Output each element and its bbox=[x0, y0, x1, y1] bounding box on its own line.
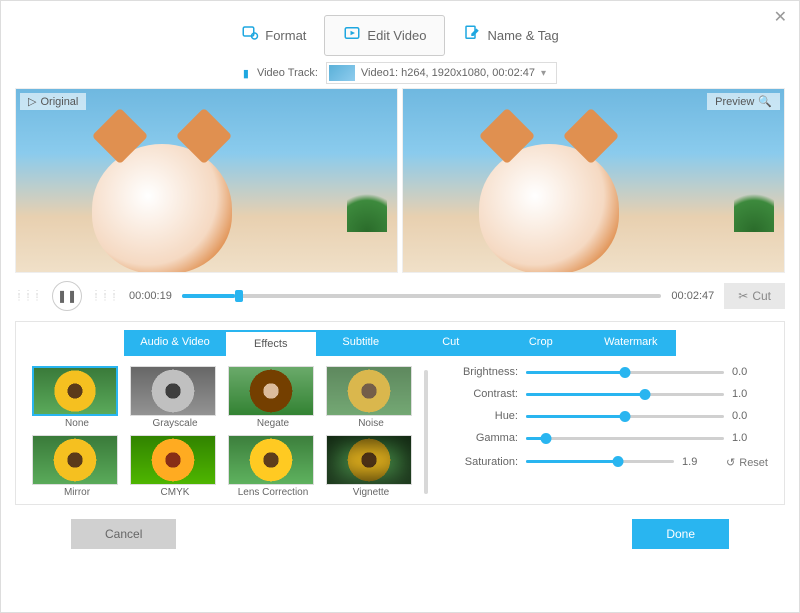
tab-format-label: Format bbox=[265, 28, 306, 43]
effect-grayscale[interactable]: Grayscale bbox=[130, 366, 220, 429]
reset-button[interactable]: ↺ Reset bbox=[726, 456, 768, 469]
footer-buttons: Cancel Done bbox=[1, 519, 799, 563]
tab-format[interactable]: Format bbox=[223, 15, 324, 56]
chevron-down-icon: ▾ bbox=[541, 68, 546, 79]
close-icon[interactable]: ✕ bbox=[774, 7, 787, 27]
current-time: 00:00:19 bbox=[129, 290, 172, 302]
output-preview: Preview 🔍 bbox=[402, 88, 785, 273]
done-button[interactable]: Done bbox=[632, 519, 729, 549]
pause-button[interactable]: ❚❚ bbox=[52, 281, 82, 311]
hue-label: Hue: bbox=[450, 410, 518, 422]
cut-button[interactable]: ✂ Cut bbox=[724, 283, 785, 309]
edit-panel: Audio & Video Effects Subtitle Cut Crop … bbox=[15, 321, 785, 505]
tab-edit-video-label: Edit Video bbox=[367, 28, 426, 43]
play-triangle-icon: ▷ bbox=[28, 95, 36, 108]
sub-tab-bar: Audio & Video Effects Subtitle Cut Crop … bbox=[16, 322, 784, 356]
effect-vignette[interactable]: Vignette bbox=[326, 435, 416, 498]
total-time: 00:02:47 bbox=[671, 290, 714, 302]
cancel-button[interactable]: Cancel bbox=[71, 519, 176, 549]
cut-icon: ✂ bbox=[738, 289, 748, 303]
effects-scrollbar[interactable] bbox=[424, 370, 428, 494]
hue-slider[interactable] bbox=[526, 415, 724, 418]
tab-name-tag-label: Name & Tag bbox=[487, 28, 558, 43]
reset-icon: ↺ bbox=[726, 456, 735, 469]
subtab-cut[interactable]: Cut bbox=[406, 330, 496, 356]
preview-area: ▷ Original Preview 🔍 bbox=[15, 88, 785, 273]
effect-lens-correction[interactable]: Lens Correction bbox=[228, 435, 318, 498]
effects-grid: None Grayscale Negate Noise Mirror CMYK … bbox=[32, 366, 416, 498]
gamma-slider[interactable] bbox=[526, 437, 724, 440]
effect-negate[interactable]: Negate bbox=[228, 366, 318, 429]
effect-mirror[interactable]: Mirror bbox=[32, 435, 122, 498]
contrast-slider[interactable] bbox=[526, 393, 724, 396]
gamma-value: 1.0 bbox=[732, 432, 768, 444]
format-icon bbox=[241, 24, 259, 47]
video-track-label: Video Track: bbox=[257, 67, 318, 79]
playback-controls: ⋮⋮⋮⋮⋮⋮ ❚❚ ⋮⋮⋮⋮⋮⋮ 00:00:19 00:02:47 ✂ Cut bbox=[15, 281, 785, 311]
magnify-icon: 🔍 bbox=[758, 95, 772, 108]
saturation-label: Saturation: bbox=[450, 456, 518, 468]
subtab-watermark[interactable]: Watermark bbox=[586, 330, 676, 356]
original-badge: ▷ Original bbox=[20, 93, 86, 110]
edit-video-icon bbox=[343, 24, 361, 47]
track-thumbnail bbox=[329, 65, 355, 81]
brightness-value: 0.0 bbox=[732, 366, 768, 378]
video-track-select[interactable]: Video1: h264, 1920x1080, 00:02:47 ▾ bbox=[326, 62, 557, 84]
brightness-label: Brightness: bbox=[450, 366, 518, 378]
subtab-effects[interactable]: Effects bbox=[226, 330, 316, 356]
video-editor-window: ✕ Format Edit Video Name & Tag ▮ Video T… bbox=[0, 0, 800, 613]
saturation-slider[interactable] bbox=[526, 460, 674, 463]
subtab-subtitle[interactable]: Subtitle bbox=[316, 330, 406, 356]
name-tag-icon bbox=[463, 24, 481, 47]
subtab-audio-video[interactable]: Audio & Video bbox=[124, 330, 226, 356]
grip-left-icon: ⋮⋮⋮⋮⋮⋮ bbox=[15, 292, 42, 300]
hue-value: 0.0 bbox=[732, 410, 768, 422]
saturation-value: 1.9 bbox=[682, 456, 718, 468]
tab-name-tag[interactable]: Name & Tag bbox=[445, 15, 576, 56]
tab-edit-video[interactable]: Edit Video bbox=[324, 15, 445, 56]
original-preview: ▷ Original bbox=[15, 88, 398, 273]
gamma-label: Gamma: bbox=[450, 432, 518, 444]
timeline-scrubber[interactable] bbox=[182, 294, 662, 298]
effect-cmyk[interactable]: CMYK bbox=[130, 435, 220, 498]
preview-badge[interactable]: Preview 🔍 bbox=[707, 93, 780, 110]
effect-noise[interactable]: Noise bbox=[326, 366, 416, 429]
video-track-value: Video1: h264, 1920x1080, 00:02:47 bbox=[361, 67, 535, 79]
brightness-slider[interactable] bbox=[526, 371, 724, 374]
sliders-panel: Brightness: 0.0 Contrast: 1.0 Hue: 0.0 G… bbox=[436, 366, 768, 498]
effect-none[interactable]: None bbox=[32, 366, 122, 429]
subtab-crop[interactable]: Crop bbox=[496, 330, 586, 356]
contrast-value: 1.0 bbox=[732, 388, 768, 400]
grip-right-icon: ⋮⋮⋮⋮⋮⋮ bbox=[92, 292, 119, 300]
top-tab-bar: Format Edit Video Name & Tag bbox=[1, 1, 799, 56]
track-icon: ▮ bbox=[243, 67, 249, 80]
contrast-label: Contrast: bbox=[450, 388, 518, 400]
video-track-row: ▮ Video Track: Video1: h264, 1920x1080, … bbox=[1, 62, 799, 84]
